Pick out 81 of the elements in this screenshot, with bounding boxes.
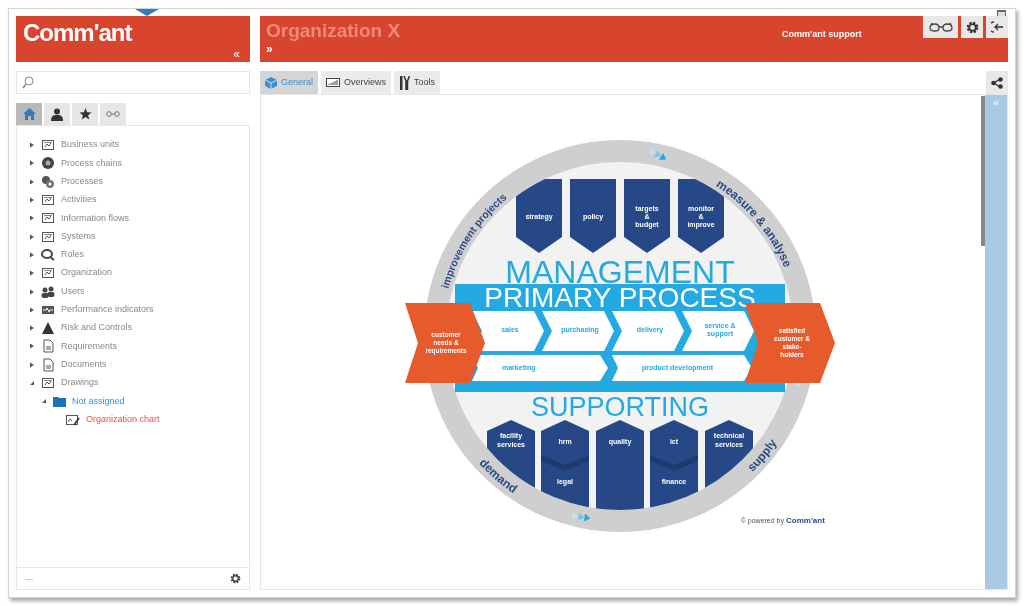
process-step-arrow xyxy=(612,311,684,351)
support-block-divider xyxy=(650,455,698,471)
caret-icon[interactable] xyxy=(29,197,35,204)
share-button[interactable] xyxy=(986,71,1008,94)
document-icon xyxy=(41,339,55,354)
caret-icon[interactable] xyxy=(41,398,47,405)
drawing-icon xyxy=(65,412,80,427)
tree-item-label[interactable]: Not assigned xyxy=(72,394,125,409)
logo: Comm'ant xyxy=(23,18,133,48)
settings-button[interactable] xyxy=(961,16,983,38)
powered-by-logo: Comm'ant xyxy=(786,516,825,525)
tab[interactable]: Overviews xyxy=(321,71,392,94)
caret-icon[interactable] xyxy=(29,178,35,185)
tree-item-label[interactable]: Business units xyxy=(61,138,120,152)
home-icon xyxy=(22,108,36,120)
scrollbar-thumb[interactable] xyxy=(981,96,985,246)
caret-icon[interactable] xyxy=(29,251,35,258)
tab[interactable]: General xyxy=(260,71,319,94)
star-icon xyxy=(78,108,92,120)
caret-icon[interactable] xyxy=(29,142,35,149)
search-field[interactable] xyxy=(16,71,250,94)
support-block-divider xyxy=(541,455,589,471)
expand-button[interactable]: » xyxy=(266,43,401,55)
folder-icon xyxy=(53,395,66,407)
supporting-title: SUPPORTING xyxy=(531,392,709,422)
process-step-arrow xyxy=(682,311,754,351)
search-icon xyxy=(22,76,34,89)
footer-text: — xyxy=(25,572,33,585)
tab[interactable]: Tools xyxy=(394,71,441,94)
settings-icon[interactable] xyxy=(230,573,241,584)
cube-icon xyxy=(265,76,277,89)
nav-tab[interactable] xyxy=(44,103,70,125)
tree-item-label[interactable]: Performance indicators xyxy=(61,303,154,317)
tree-item-label[interactable]: Drawings xyxy=(61,376,99,390)
tree-item-label[interactable]: Documents xyxy=(61,357,107,372)
picture-icon xyxy=(41,376,55,390)
caret-icon[interactable] xyxy=(29,288,35,295)
tree-item-label[interactable]: Risk and Controls xyxy=(61,321,133,335)
tree-item-label[interactable]: Organization xyxy=(61,266,113,280)
caret-icon[interactable] xyxy=(29,306,35,313)
process-step-arrow xyxy=(472,311,544,351)
chart-icon xyxy=(326,78,341,87)
glasses-button[interactable] xyxy=(923,16,958,38)
caret-icon[interactable] xyxy=(29,380,35,386)
caret-icon[interactable] xyxy=(29,343,35,350)
person-icon xyxy=(51,107,63,121)
tree-item-label[interactable]: Users xyxy=(61,284,85,299)
tree-item-label[interactable]: Requirements xyxy=(61,339,118,354)
target-icon xyxy=(41,156,55,171)
caret-icon[interactable] xyxy=(29,160,35,167)
caret-icon[interactable] xyxy=(29,215,35,222)
warning-icon xyxy=(41,321,55,336)
process-step-arrow xyxy=(542,311,614,351)
tree-item-label[interactable]: Processes xyxy=(61,175,104,189)
caret-icon[interactable] xyxy=(29,270,35,277)
caret-icon[interactable] xyxy=(29,325,35,332)
tree-item-label[interactable]: Process chains xyxy=(61,156,123,171)
nav-tab[interactable] xyxy=(72,103,98,125)
user-name[interactable]: Comm'ant support xyxy=(782,28,862,42)
logout-button[interactable] xyxy=(986,16,1008,38)
link-icon xyxy=(106,111,120,117)
gears-icon xyxy=(41,174,55,189)
tools-icon xyxy=(399,75,411,90)
share-icon xyxy=(991,76,1003,89)
caret-icon[interactable] xyxy=(29,361,35,368)
users-icon xyxy=(41,284,55,299)
magnifier-icon xyxy=(41,247,55,262)
page-title: Organization X xyxy=(266,19,401,43)
primary-process-title: PRIMARY PROCESS xyxy=(484,282,756,313)
tree-item-label[interactable]: Activities xyxy=(61,193,97,207)
tree-item-label[interactable]: Organization chart xyxy=(86,412,160,427)
document-icon xyxy=(41,357,55,372)
collapse-button[interactable]: « xyxy=(233,48,240,60)
glasses-icon xyxy=(928,22,953,32)
tree-item-label[interactable]: Information flows xyxy=(61,211,130,226)
caret-icon[interactable] xyxy=(29,233,35,240)
tree-item-label[interactable]: Roles xyxy=(61,248,84,262)
settings-icon xyxy=(965,20,979,34)
tree-item-label[interactable]: Systems xyxy=(61,229,96,244)
logout-icon xyxy=(990,21,1004,33)
dropdown-tab-icon[interactable] xyxy=(135,9,159,16)
